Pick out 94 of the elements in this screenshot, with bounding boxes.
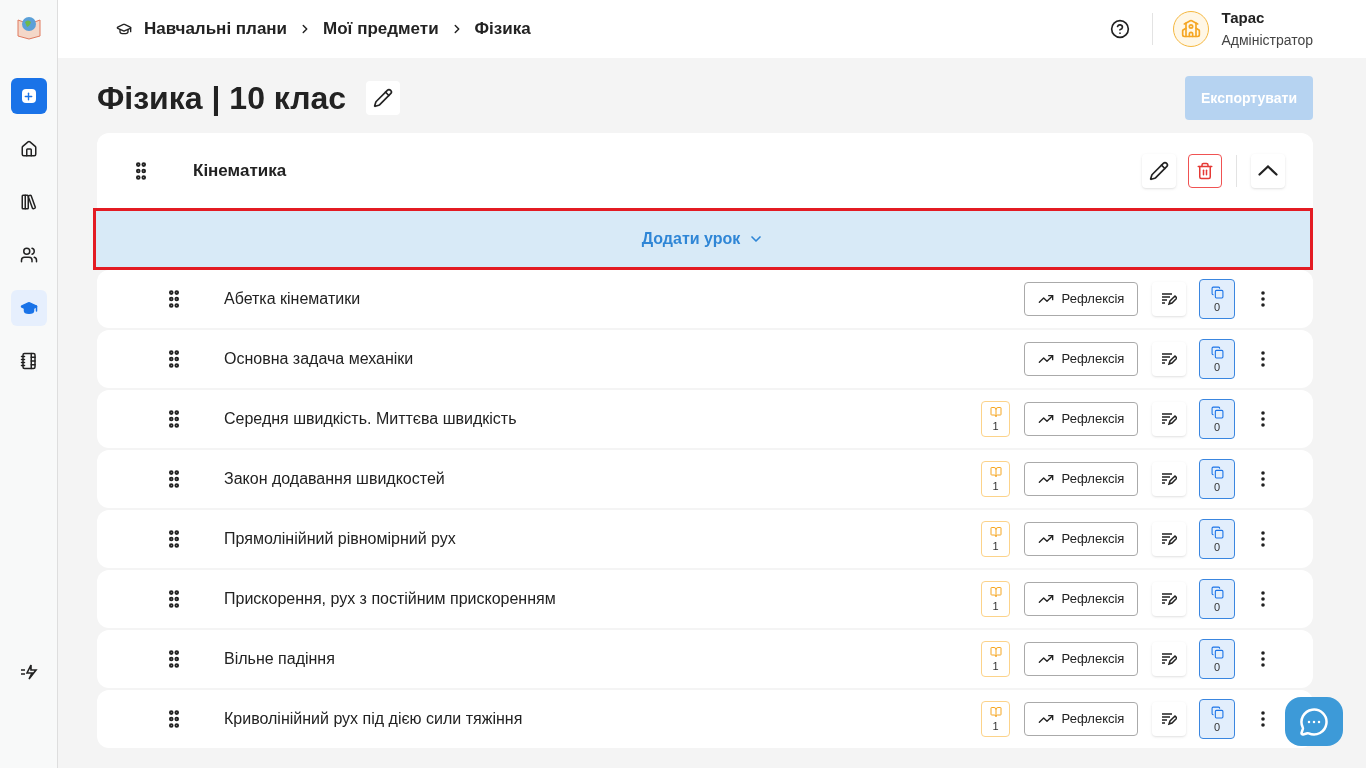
copy-icon	[1210, 525, 1224, 539]
copy-icon	[1210, 585, 1224, 599]
copy-icon	[1210, 405, 1224, 419]
copy-icon	[1210, 345, 1224, 359]
book-icon	[989, 406, 1002, 418]
lesson-title: Прямолінійний рівномірний рух	[224, 529, 456, 549]
tasks-button[interactable]: 0	[1199, 699, 1235, 739]
reflection-button[interactable]: Рефлексія	[1024, 702, 1138, 736]
school-icon	[1181, 19, 1202, 39]
notes-edit-icon	[1161, 532, 1177, 546]
more-icon	[1261, 411, 1265, 427]
book-icon	[989, 526, 1002, 538]
lesson-title: Закон додавання швидкостей	[224, 469, 445, 489]
add-icon	[21, 89, 36, 103]
book-icon	[989, 586, 1002, 598]
module-title: Кінематика	[193, 159, 287, 182]
copy-icon	[1210, 645, 1224, 659]
user-name: Тарас	[1221, 8, 1266, 28]
pencil-icon	[373, 88, 394, 108]
lesson-row[interactable]: Закон додавання швидкостей 1 Рефлексія 0	[97, 450, 1313, 508]
copy-icon	[1210, 285, 1224, 299]
user-role: Адміністратор	[1221, 31, 1313, 50]
lesson-row[interactable]: Прямолінійний рівномірний рух 1 Рефлексія 0	[97, 510, 1313, 568]
more-icon	[1261, 291, 1265, 307]
lesson-title: Прискорення, рух з постійним прискоренням	[224, 589, 556, 609]
materials-badge[interactable]: 1	[981, 701, 1010, 737]
tasks-button[interactable]: 0	[1199, 579, 1235, 619]
trash-icon	[1196, 161, 1214, 180]
copy-icon	[1210, 705, 1224, 719]
chat-button[interactable]	[1285, 697, 1343, 746]
delete-module-button[interactable]	[1188, 153, 1222, 188]
edit-title-button[interactable]	[366, 81, 401, 115]
home-icon	[19, 140, 38, 158]
breadcrumb-link[interactable]: Фізика	[474, 16, 531, 42]
pencil-icon	[1149, 160, 1169, 181]
reflection-button[interactable]: Рефлексія	[1024, 582, 1138, 616]
notes-edit-icon	[1161, 292, 1177, 306]
materials-badge[interactable]: 1	[981, 521, 1010, 557]
reflection-button[interactable]: Рефлексія	[1024, 522, 1138, 556]
lesson-row[interactable]: Вільне падіння 1 Рефлексія 0	[97, 630, 1313, 688]
lesson-title: Вільне падіння	[224, 649, 335, 669]
books-icon	[19, 193, 38, 211]
reflection-button[interactable]: Рефлексія	[1024, 282, 1138, 316]
materials-badge[interactable]: 1	[981, 581, 1010, 617]
add-button[interactable]	[10, 78, 47, 114]
notes-edit-icon	[1161, 592, 1177, 606]
chat-icon	[1299, 706, 1329, 737]
materials-badge[interactable]: 1	[981, 461, 1010, 497]
breadcrumb-link[interactable]: Мої предмети	[323, 16, 439, 42]
tasks-button[interactable]: 0	[1199, 519, 1235, 559]
tasks-button[interactable]: 0	[1199, 399, 1235, 439]
reflection-button[interactable]: Рефлексія	[1024, 642, 1138, 676]
help-icon	[1110, 19, 1131, 39]
book-icon	[989, 706, 1002, 718]
more-icon	[1261, 711, 1265, 727]
lesson-title: Криволінійний рух під дією сили тяжіння	[224, 709, 523, 729]
users-icon	[19, 246, 38, 264]
tasks-button[interactable]: 0	[1199, 459, 1235, 499]
more-icon	[1261, 591, 1265, 607]
chevron-up-icon	[1258, 165, 1278, 176]
notes-edit-icon	[1161, 472, 1177, 486]
lesson-row[interactable]: Криволінійний рух під дією сили тяжіння 1 Рефлексія 0	[97, 690, 1313, 748]
page-title: Фізика | 10 клас	[97, 79, 347, 118]
more-icon	[1261, 531, 1265, 547]
notes-edit-icon	[1161, 352, 1177, 366]
breadcrumb-link[interactable]: Навчальні плани	[144, 16, 288, 42]
lesson-row[interactable]: Основна задача механіки Рефлексія 0	[97, 330, 1313, 388]
notebook-icon	[19, 352, 38, 370]
graduation-cap-icon	[19, 299, 38, 317]
more-icon	[1261, 351, 1265, 367]
tasks-button[interactable]: 0	[1199, 279, 1235, 319]
lightning-lines-icon	[19, 664, 38, 680]
lesson-row[interactable]: Абетка кінематики Рефлексія 0	[97, 270, 1313, 328]
lesson-title: Основна задача механіки	[224, 349, 414, 369]
lesson-row[interactable]: Прискорення, рух з постійним прискоренням 1 Рефлексія 0	[97, 570, 1313, 628]
lesson-title: Середня швидкість. Миттєва швидкість	[224, 409, 517, 429]
more-icon	[1261, 471, 1265, 487]
book-icon	[989, 466, 1002, 478]
copy-icon	[1210, 465, 1224, 479]
notes-edit-icon	[1161, 412, 1177, 426]
reflection-button[interactable]: Рефлексія	[1024, 462, 1138, 496]
more-icon	[1261, 651, 1265, 667]
notes-edit-icon	[1161, 712, 1177, 726]
tasks-button[interactable]: 0	[1199, 339, 1235, 379]
lesson-row[interactable]: Середня швидкість. Миттєва швидкість 1 Рефлексія 0	[97, 390, 1313, 448]
reflection-button[interactable]: Рефлексія	[1024, 402, 1138, 436]
materials-badge[interactable]: 1	[981, 641, 1010, 677]
lesson-title: Абетка кінематики	[224, 289, 361, 309]
reflection-button[interactable]: Рефлексія	[1024, 342, 1138, 376]
tasks-button[interactable]: 0	[1199, 639, 1235, 679]
graduation-cap-icon	[116, 21, 132, 37]
materials-badge[interactable]: 1	[981, 401, 1010, 437]
notes-edit-icon	[1161, 652, 1177, 666]
book-icon	[989, 646, 1002, 658]
